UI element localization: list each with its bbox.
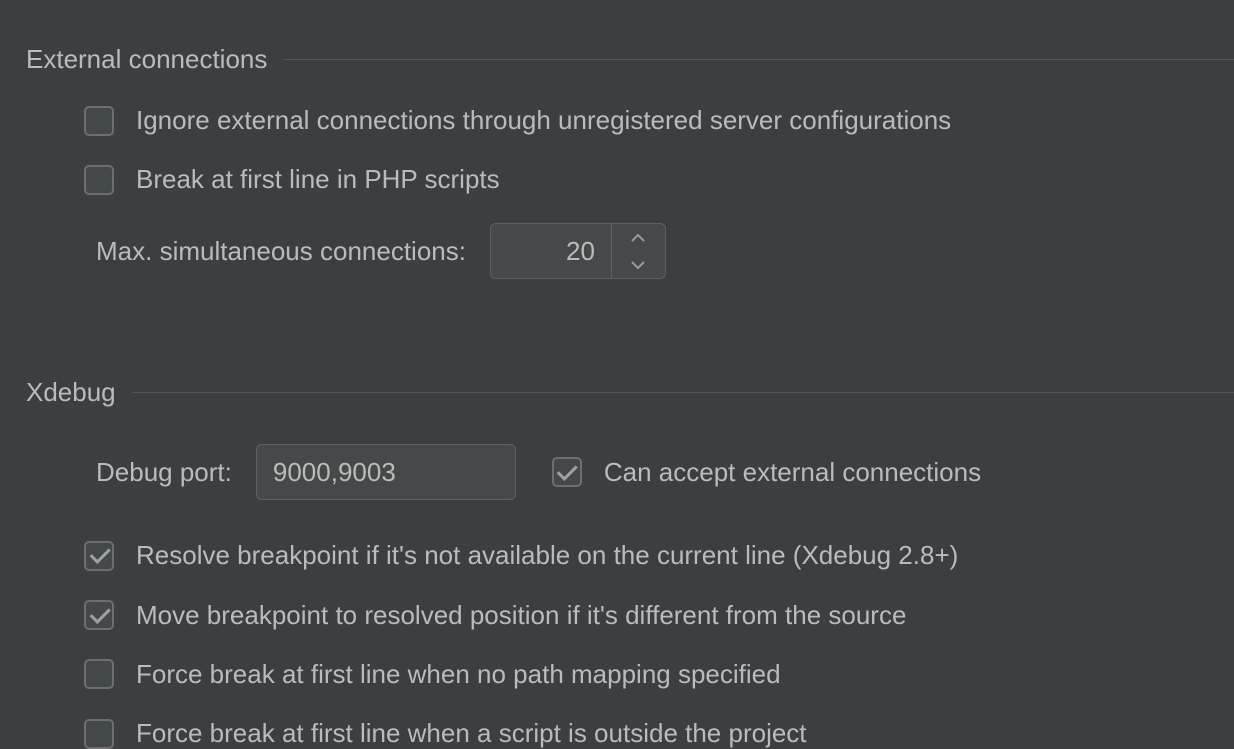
break-first-line-checkbox[interactable] [84,165,114,195]
section-header: Xdebug [0,377,1234,408]
ignore-external-checkbox[interactable] [84,106,114,136]
accept-external-checkbox[interactable] [552,457,582,487]
external-connections-section: External connections Ignore external con… [0,0,1234,279]
external-connections-title: External connections [26,44,283,75]
force-break-outside-checkbox[interactable] [84,719,114,749]
spinner-down-button[interactable] [612,251,665,278]
force-break-no-mapping-label: Force break at first line when no path m… [136,659,781,690]
max-connections-label: Max. simultaneous connections: [96,236,466,267]
debug-port-label: Debug port: [96,457,232,488]
accept-external-label: Can accept external connections [604,457,981,488]
move-breakpoint-checkbox[interactable] [84,600,114,630]
move-breakpoint-label: Move breakpoint to resolved position if … [136,600,906,631]
resolve-breakpoint-checkbox[interactable] [84,541,114,571]
force-break-outside-label: Force break at first line when a script … [136,718,807,749]
section-divider [283,59,1234,60]
section-divider [132,392,1234,393]
ignore-external-label: Ignore external connections through unre… [136,105,951,136]
resolve-breakpoint-label: Resolve breakpoint if it's not available… [136,540,958,571]
spinner-up-button[interactable] [612,224,665,251]
section-header: External connections [0,44,1234,75]
max-connections-spinner[interactable] [490,223,666,279]
debug-port-input[interactable] [256,444,516,500]
max-connections-input[interactable] [491,224,611,278]
break-first-line-label: Break at first line in PHP scripts [136,164,500,195]
xdebug-title: Xdebug [26,377,132,408]
force-break-no-mapping-checkbox[interactable] [84,659,114,689]
chevron-up-icon [631,233,645,243]
chevron-down-icon [631,260,645,270]
xdebug-section: Xdebug Debug port: Can accept external c… [0,377,1234,749]
